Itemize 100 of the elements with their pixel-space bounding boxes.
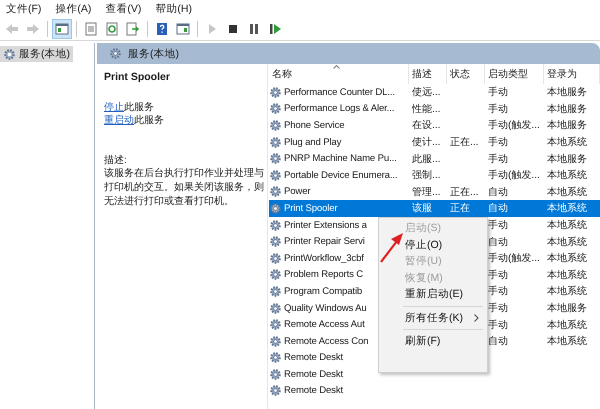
- service-name-cell: Printer Repair Servi: [284, 236, 365, 248]
- service-name-cell: Performance Logs & Aler...: [284, 103, 394, 114]
- table-cell: 自动: [488, 336, 508, 348]
- pointer-arrow: [380, 233, 403, 263]
- gear-icon: [269, 185, 282, 198]
- gear-icon: [269, 202, 282, 215]
- gear-icon: [269, 168, 282, 182]
- gear-icon: [109, 47, 122, 60]
- table-cell: 本地系统: [547, 253, 587, 264]
- gear-icon: [269, 284, 282, 298]
- service-name-cell: Remote Access Aut: [284, 319, 365, 330]
- service-name-cell: Power: [284, 186, 310, 198]
- table-cell: 本地服务: [547, 120, 587, 132]
- table-cell: 手动: [488, 154, 508, 165]
- menu-item[interactable]: 操作(A): [55, 2, 92, 16]
- action-text: 此服务: [134, 115, 164, 126]
- table-cell: 本地系统: [547, 137, 587, 148]
- description-text: 该服务在后台执行打印作业并处理与打印机的交互。如果关闭该服务，则无法进行打印或查看打印机。: [104, 167, 264, 209]
- table-cell: 正在: [450, 203, 470, 214]
- table-cell: 手动: [488, 87, 508, 98]
- table-cell: 手动(触发...: [488, 120, 540, 132]
- chevron-right-icon: [474, 314, 479, 322]
- gear-icon: [269, 268, 282, 282]
- service-name-cell: Phone Service: [284, 120, 344, 131]
- gear-icon: [269, 302, 282, 315]
- service-name-cell: Problem Reports C: [284, 269, 364, 280]
- table-cell: 手动: [488, 104, 508, 115]
- gear-icon: [3, 48, 16, 60]
- table-cell: 此服...: [412, 154, 440, 165]
- service-name-cell: Remote Deskt: [284, 352, 343, 364]
- table-cell: 在设...: [412, 120, 440, 132]
- service-name-cell: Performance Counter DL...: [284, 86, 395, 98]
- table-cell: 性能...: [412, 104, 440, 115]
- gear-icon: [269, 102, 282, 116]
- tree-item[interactable]: 服务(本地): [0, 46, 73, 62]
- table-cell: 本地系统: [547, 203, 587, 214]
- table-cell: 手动: [488, 286, 508, 298]
- column-header[interactable]: 描述: [409, 64, 447, 84]
- table-cell: 正在...: [450, 186, 478, 198]
- service-name-cell: PrintWorkflow_3cbf: [284, 252, 364, 264]
- gear-icon: [269, 318, 282, 332]
- table-cell: 本地服务: [547, 154, 587, 165]
- table-cell: 正在...: [450, 137, 478, 148]
- service-name: Print Spooler: [104, 71, 171, 83]
- table-cell: 本地系统: [547, 236, 587, 248]
- table-cell: 该服: [412, 203, 432, 214]
- context-menu-item[interactable]: 重新启动(E): [379, 286, 487, 302]
- column-header[interactable]: 启动类型: [485, 64, 544, 84]
- table-cell: 管理...: [412, 186, 440, 198]
- console-tree-icon[interactable]: [53, 20, 71, 38]
- description-label: 描述:: [104, 154, 128, 167]
- context-menu-item[interactable]: 刷新(F): [379, 333, 487, 350]
- column-header[interactable]: 状态: [447, 64, 485, 84]
- service-name-cell: Printer Extensions a: [284, 220, 367, 231]
- gear-icon: [269, 368, 282, 381]
- table-cell: 本地系统: [547, 336, 587, 348]
- service-name-cell: Remote Deskt: [284, 385, 343, 396]
- table-cell: 本地服务: [547, 303, 587, 314]
- service-name-cell: PNRP Machine Name Pu...: [284, 153, 397, 164]
- gear-icon: [269, 384, 282, 398]
- table-cell: 自动: [488, 186, 508, 198]
- export-icon[interactable]: [124, 20, 142, 38]
- action-link[interactable]: 停止: [104, 102, 124, 113]
- service-name-cell: Plug and Play: [284, 136, 342, 148]
- gear-icon: [269, 252, 282, 265]
- table-cell: 强制...: [412, 170, 440, 182]
- table-cell: 自动: [488, 203, 508, 214]
- service-name-cell: Remote Deskt: [284, 368, 343, 380]
- menu-item[interactable]: 文件(F): [6, 2, 42, 16]
- action-link[interactable]: 重启动: [104, 115, 134, 126]
- table-cell: 本地服务: [547, 87, 587, 98]
- table-cell: 使计...: [412, 137, 440, 148]
- column-header[interactable]: 名称: [269, 64, 409, 84]
- table-cell: 本地系统: [547, 286, 587, 298]
- column-header[interactable]: 登录为: [544, 64, 600, 84]
- table-cell: 手动: [488, 320, 508, 331]
- table-cell: 自动: [488, 236, 508, 248]
- gear-icon: [269, 136, 282, 149]
- table-cell: 手动: [488, 270, 508, 281]
- table-cell: 本地系统: [547, 220, 587, 232]
- service-name-cell: Print Spooler: [284, 202, 338, 214]
- service-name-cell: Remote Access Con: [284, 336, 368, 347]
- context-menu-item[interactable]: 所有任务(K): [379, 310, 487, 326]
- table-cell: 本地服务: [547, 104, 587, 115]
- gear-icon: [269, 118, 282, 132]
- table-cell: 手动(触发...: [488, 253, 540, 264]
- table-cell: 使远...: [412, 87, 440, 98]
- panel-title: 服务(本地): [128, 46, 179, 60]
- table-cell: 手动(触发...: [488, 170, 540, 182]
- menu-item[interactable]: 帮助(H): [155, 2, 192, 16]
- context-menu-item[interactable]: 停止(O): [379, 236, 487, 253]
- gear-icon: [269, 86, 282, 99]
- sort-caret-icon: [333, 65, 340, 69]
- service-name-cell: Program Compatib: [284, 286, 362, 297]
- service-name-cell: Portable Device Enumera...: [284, 170, 398, 181]
- service-name-cell: Quality Windows Au: [284, 302, 367, 314]
- gear-icon: [269, 351, 282, 364]
- table-cell: 本地系统: [547, 320, 587, 331]
- menu-item[interactable]: 查看(V): [105, 2, 142, 16]
- selected-row[interactable]: Print Spooler 该服 正在 自动 本地系统: [269, 200, 600, 217]
